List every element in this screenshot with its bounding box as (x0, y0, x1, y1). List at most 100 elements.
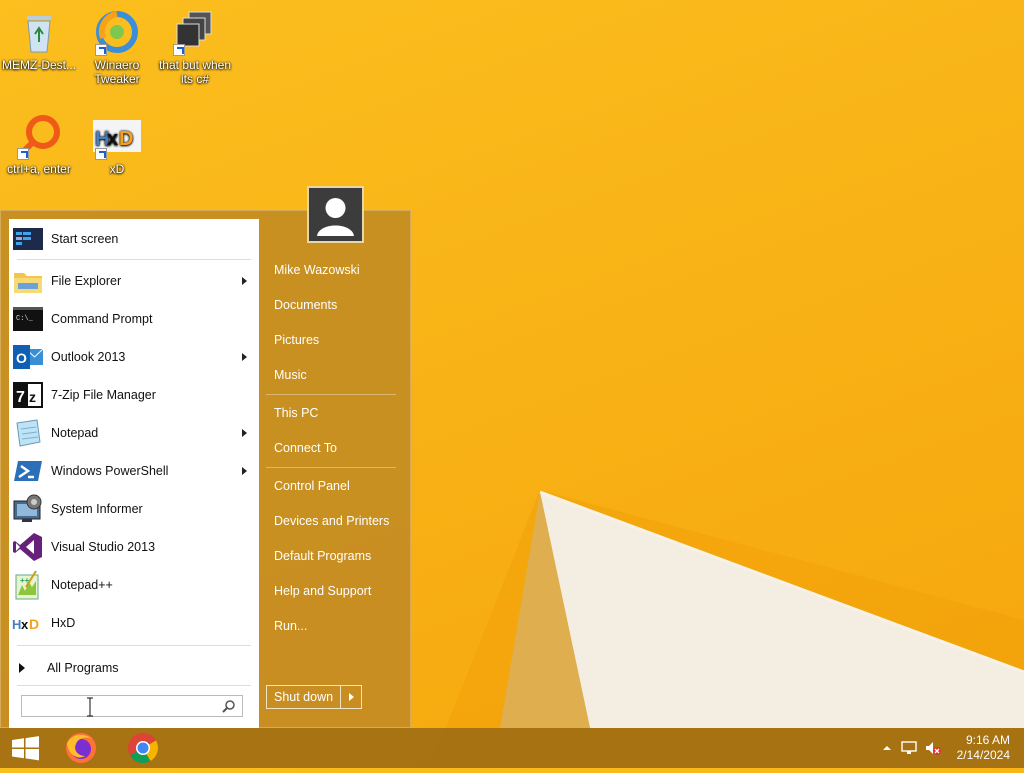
shortcut-arrow-icon (95, 44, 107, 56)
program-label: HxD (51, 616, 76, 630)
program-visual-studio-2013[interactable]: Visual Studio 2013 (9, 529, 259, 565)
hxd-icon: HxD (93, 112, 141, 160)
svg-text:7: 7 (16, 389, 25, 406)
desktop-icon-label: Winaero Tweaker (94, 58, 140, 86)
desktop-icon-memz[interactable]: MEMZ-Dest... (0, 8, 78, 72)
expand-triangle-icon (19, 663, 25, 673)
divider (17, 645, 251, 646)
recycle-bin-icon (15, 8, 63, 56)
terminal-icon: C:\_ (12, 303, 44, 335)
desktop-icon-csharp[interactable]: that but when its c# (156, 8, 234, 86)
windows-stack-icon (171, 8, 219, 56)
submenu-arrow-icon[interactable] (242, 277, 247, 285)
this-pc-link[interactable]: This PC (274, 403, 318, 423)
connect-to-link[interactable]: Connect To (274, 438, 337, 458)
program-hxd[interactable]: HxD HxD (9, 605, 259, 641)
svg-text:D: D (119, 128, 133, 150)
program-outlook-2013[interactable]: O Outlook 2013 (9, 339, 259, 375)
start-menu-program-list: Start screen File Explorer C:\_ Command … (9, 219, 259, 728)
taskbar: 9:16 AM 2/14/2024 (0, 728, 1024, 768)
divider (17, 685, 251, 686)
user-avatar[interactable] (307, 186, 364, 243)
program-label: Notepad++ (51, 578, 113, 592)
program-notepad[interactable]: Notepad (9, 415, 259, 451)
svg-text:x: x (107, 128, 118, 150)
program-system-informer[interactable]: System Informer (9, 491, 259, 527)
windows-logo-icon (12, 736, 39, 761)
volume-muted-icon[interactable] (924, 740, 942, 756)
system-clock[interactable]: 9:16 AM 2/14/2024 (957, 733, 1010, 763)
program-file-explorer[interactable]: File Explorer (9, 263, 259, 299)
shortcut-arrow-icon (95, 148, 107, 160)
start-menu: Start screen File Explorer C:\_ Command … (0, 186, 411, 728)
all-programs-label: All Programs (47, 661, 119, 675)
desktop-icon-label: xD (109, 162, 125, 176)
powershell-icon (12, 455, 44, 487)
desktop-icon-label: that but when its c# (158, 58, 232, 86)
hxd-icon: HxD (12, 607, 44, 639)
system-tray: 9:16 AM 2/14/2024 (864, 728, 1024, 768)
run-link[interactable]: Run... (274, 616, 307, 636)
svg-text:D: D (29, 616, 39, 632)
search-icon[interactable] (221, 698, 237, 714)
all-programs-button[interactable]: All Programs (9, 649, 259, 687)
svg-text:H: H (12, 617, 21, 632)
program-7zip[interactable]: 7z 7-Zip File Manager (9, 377, 259, 413)
program-notepad-plus-plus[interactable]: ++ Notepad++ (9, 567, 259, 603)
visual-studio-icon (12, 531, 44, 563)
desktop-icon-winaero[interactable]: Winaero Tweaker (78, 8, 156, 86)
start-button[interactable] (0, 728, 50, 768)
desktop-icon-label: ctrl+a, enter (7, 162, 71, 176)
search-input[interactable] (21, 695, 243, 717)
submenu-arrow-icon[interactable] (242, 467, 247, 475)
notepad-plus-icon: ++ (12, 569, 44, 601)
firefox-icon (66, 733, 96, 763)
default-programs-link[interactable]: Default Programs (274, 546, 371, 566)
user-name-link[interactable]: Mike Wazowski (274, 260, 360, 280)
devices-printers-link[interactable]: Devices and Printers (274, 511, 389, 531)
magnifier-icon (15, 112, 63, 160)
music-link[interactable]: Music (274, 365, 307, 385)
program-label: Outlook 2013 (51, 350, 126, 364)
help-support-link[interactable]: Help and Support (274, 581, 371, 601)
program-windows-powershell[interactable]: Windows PowerShell (9, 453, 259, 489)
submenu-arrow-icon[interactable] (242, 429, 247, 437)
desktop-icon-label: MEMZ-Dest... (2, 58, 76, 72)
svg-text:O: O (16, 350, 27, 366)
pictures-link[interactable]: Pictures (274, 330, 319, 350)
program-label: Start screen (51, 232, 119, 246)
clock-date: 2/14/2024 (956, 748, 1010, 762)
shutdown-button-group: Shut down (266, 685, 362, 709)
clock-time: 9:16 AM (965, 733, 1010, 747)
notepad-icon (12, 417, 44, 449)
shutdown-options-arrow-icon[interactable] (339, 686, 361, 708)
show-hidden-icons-chevron-icon[interactable] (878, 740, 896, 756)
program-label: Visual Studio 2013 (51, 540, 156, 554)
text-cursor-icon (87, 697, 93, 717)
program-command-prompt[interactable]: C:\_ Command Prompt (9, 301, 259, 337)
desktop-icon-ctrl-a[interactable]: ctrl+a, enter (0, 112, 78, 176)
divider (266, 394, 396, 395)
program-label: Windows PowerShell (51, 464, 169, 478)
control-panel-link[interactable]: Control Panel (274, 476, 350, 496)
desktop-icon-xd[interactable]: HxD xD (78, 112, 156, 176)
start-screen-icon (12, 223, 44, 255)
submenu-arrow-icon[interactable] (242, 353, 247, 361)
shutdown-button[interactable]: Shut down (267, 690, 340, 704)
svg-text:x: x (21, 617, 29, 632)
program-start-screen[interactable]: Start screen (9, 221, 259, 257)
program-label: System Informer (51, 502, 143, 516)
documents-link[interactable]: Documents (274, 295, 337, 315)
user-silhouette-icon (309, 188, 362, 241)
chrome-icon (128, 733, 159, 764)
winaero-tweaker-icon (93, 8, 141, 56)
folder-icon (12, 265, 44, 297)
taskbar-firefox[interactable] (56, 730, 106, 766)
program-label: Command Prompt (51, 312, 153, 326)
taskbar-chrome[interactable] (118, 730, 168, 766)
shortcut-arrow-icon (17, 148, 29, 160)
network-icon[interactable] (900, 740, 918, 756)
7zip-icon: 7z (12, 379, 44, 411)
program-label: Notepad (51, 426, 99, 440)
shortcut-arrow-icon (173, 44, 185, 56)
